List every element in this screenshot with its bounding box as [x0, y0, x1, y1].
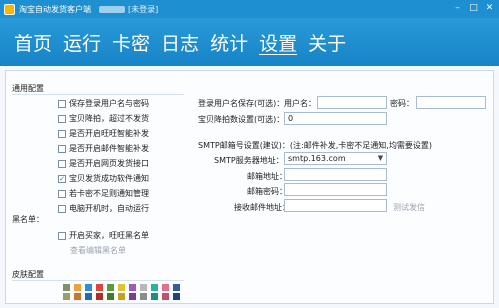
general-option[interactable]: ✓ 宝贝发货成功软件通知	[58, 173, 149, 184]
general-option-label: 是否开启网页发货接口	[69, 159, 149, 168]
receiver-email-label: 接收邮件地址：	[234, 203, 290, 212]
email-password-input[interactable]	[284, 183, 387, 196]
skin-swatch[interactable]	[129, 293, 136, 300]
email-account-label: 邮箱地址：	[247, 172, 287, 181]
checkbox[interactable]	[58, 189, 66, 198]
nav-home[interactable]: 首页	[14, 29, 52, 56]
smtp-server-value: smtp.163.com	[288, 154, 346, 163]
app-window: 淘宝自动发货客户端 [未登录] – □ ✕ 首页 运行 卡密 日志 统计 设置 …	[0, 0, 499, 308]
skin-swatch[interactable]	[162, 293, 169, 300]
skin-swatch[interactable]	[140, 284, 147, 291]
general-option[interactable]: 若卡密不足则通知管理	[58, 188, 149, 199]
minimize-icon[interactable]: –	[452, 3, 463, 14]
skin-swatch[interactable]	[118, 284, 125, 291]
password-input[interactable]	[416, 96, 486, 109]
skin-swatch[interactable]	[85, 284, 92, 291]
maximize-icon[interactable]: □	[468, 3, 479, 14]
window-title: 淘宝自动发货客户端	[19, 4, 91, 14]
username-label: 用户名：	[284, 99, 316, 108]
settings-panel: 通用配置 保存登录用户名与密码 宝贝降拍，超过不发货 是否开启旺旺智能补发 是否开启邮…	[5, 70, 494, 304]
skin-swatch-row	[63, 284, 184, 291]
app-logo-icon	[4, 3, 15, 15]
nav-log[interactable]: 日志	[161, 29, 199, 56]
limit-label: 宝贝降拍数设置(可选)：	[198, 115, 285, 124]
general-option[interactable]: 是否开启邮件智能补发	[58, 143, 149, 154]
login-status: [未登录]	[128, 4, 159, 14]
skin-swatch[interactable]	[107, 293, 114, 300]
title-bar: 淘宝自动发货客户端 [未登录] – □ ✕	[0, 0, 499, 18]
skin-swatch[interactable]	[129, 284, 136, 291]
skin-swatch[interactable]	[74, 293, 81, 300]
email-account-input[interactable]	[284, 168, 387, 181]
skin-swatch-row	[63, 293, 184, 300]
general-option-label: 宝贝发货成功软件通知	[69, 174, 149, 183]
nav-settings[interactable]: 设置	[259, 29, 297, 56]
skin-swatch[interactable]	[96, 284, 103, 291]
receiver-email-input[interactable]	[284, 199, 387, 212]
skin-swatch[interactable]	[118, 293, 125, 300]
limit-input[interactable]: 0	[284, 112, 387, 125]
section-divider	[12, 280, 184, 281]
skin-swatch[interactable]	[63, 293, 70, 300]
test-send-button[interactable]: 测试发信	[393, 202, 425, 213]
skin-swatch[interactable]	[107, 284, 114, 291]
skin-swatch[interactable]	[173, 293, 180, 300]
checkbox[interactable]	[58, 114, 66, 123]
general-option[interactable]: 是否开启网页发货接口	[58, 158, 149, 169]
email-password-label: 邮箱密码：	[247, 187, 287, 196]
general-option[interactable]: 是否开启旺旺智能补发	[58, 128, 149, 139]
general-option[interactable]: 保存登录用户名与密码	[58, 98, 149, 109]
blacklist-option[interactable]: 开启买家，旺旺黑名单	[58, 230, 149, 241]
checkbox[interactable]	[58, 99, 66, 108]
general-option-label: 是否开启邮件智能补发	[69, 144, 149, 153]
blacklist-section-label: 黑名单：	[12, 215, 44, 224]
nav-cardkeys[interactable]: 卡密	[112, 29, 150, 56]
general-option-label: 保存登录用户名与密码	[69, 99, 149, 108]
skin-section-label: 皮肤配置	[12, 270, 44, 279]
edit-blacklist-link[interactable]: 查看编辑黑名单	[70, 245, 126, 256]
skin-swatch[interactable]	[74, 284, 81, 291]
blacklist-option-label: 开启买家，旺旺黑名单	[69, 231, 149, 240]
account-name-redacted	[99, 5, 125, 13]
close-icon[interactable]: ✕	[484, 3, 495, 14]
checkbox[interactable]	[58, 204, 66, 213]
skin-swatch[interactable]	[85, 293, 92, 300]
skin-swatch[interactable]	[173, 284, 180, 291]
chevron-down-icon[interactable]: ▼	[375, 153, 386, 164]
skin-swatch[interactable]	[63, 284, 70, 291]
section-divider	[12, 94, 184, 95]
general-option-label: 若卡密不足则通知管理	[69, 189, 149, 198]
skin-swatch[interactable]	[162, 284, 169, 291]
skin-swatch[interactable]	[140, 293, 147, 300]
general-option[interactable]: 宝贝降拍，超过不发货	[58, 113, 149, 124]
checkbox[interactable]	[58, 159, 66, 168]
general-option-label: 宝贝降拍，超过不发货	[69, 114, 149, 123]
username-input[interactable]	[317, 96, 387, 109]
checkbox[interactable]	[58, 144, 66, 153]
smtp-server-select[interactable]: smtp.163.com ▼	[284, 152, 387, 165]
nav-run[interactable]: 运行	[63, 29, 101, 56]
general-option-label: 是否开启旺旺智能补发	[69, 129, 149, 138]
nav-about[interactable]: 关于	[308, 29, 346, 56]
general-section-label: 通用配置	[12, 84, 44, 93]
blacklist-checkbox[interactable]	[58, 231, 66, 240]
login-save-label: 登录用户名保存(可选)：	[198, 99, 285, 108]
checkbox[interactable]	[58, 129, 66, 138]
smtp-server-label: SMTP服务器地址：	[214, 156, 284, 165]
nav-stats[interactable]: 统计	[210, 29, 248, 56]
general-option[interactable]: 电脑开机时，自动运行	[58, 203, 149, 214]
checked-checkbox[interactable]: ✓	[58, 174, 66, 183]
general-option-label: 电脑开机时，自动运行	[69, 204, 149, 213]
skin-swatch[interactable]	[151, 284, 158, 291]
smtp-heading: SMTP邮箱号设置(建议)：(注:邮件补发,卡密不足通知,均需要设置)	[198, 141, 432, 150]
skin-swatch[interactable]	[96, 293, 103, 300]
password-label: 密码：	[390, 99, 414, 108]
main-nav: 首页 运行 卡密 日志 统计 设置 关于	[0, 18, 499, 66]
skin-swatch[interactable]	[151, 293, 158, 300]
